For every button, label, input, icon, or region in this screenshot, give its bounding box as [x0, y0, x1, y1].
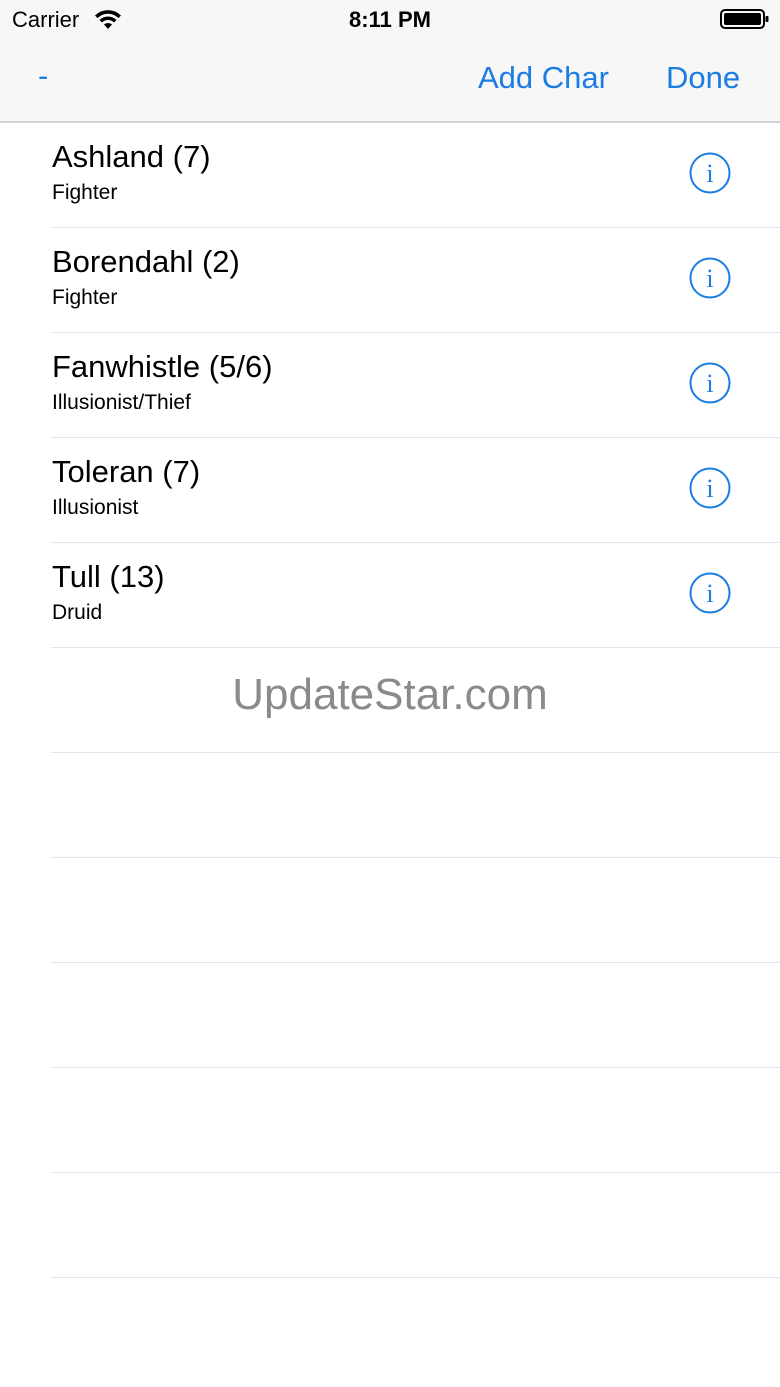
empty-list-row	[51, 753, 780, 858]
info-circle-icon[interactable]: i	[689, 467, 731, 509]
add-char-button[interactable]: Add Char	[478, 60, 609, 96]
done-button[interactable]: Done	[666, 60, 740, 96]
list-item[interactable]: Toleran (7) Illusionist i	[51, 438, 780, 543]
empty-list-row	[51, 1068, 780, 1173]
character-class: Druid	[52, 601, 103, 624]
svg-text:i: i	[706, 159, 713, 188]
info-circle-icon[interactable]: i	[689, 257, 731, 299]
info-circle-icon[interactable]: i	[689, 362, 731, 404]
character-name: Tull (13)	[52, 559, 165, 594]
character-class: Illusionist/Thief	[52, 391, 191, 414]
character-class: Fighter	[52, 181, 118, 204]
character-name: Ashland (7)	[52, 139, 211, 174]
empty-list-row	[51, 1173, 780, 1278]
character-name: Toleran (7)	[52, 454, 201, 489]
list-item[interactable]: Tull (13) Druid i	[51, 543, 780, 648]
character-name: Borendahl (2)	[52, 244, 240, 279]
navigation-bar: - Add Char Done	[0, 40, 780, 123]
clock: 8:11 PM	[349, 7, 431, 32]
minus-button[interactable]: -	[38, 58, 48, 94]
list-item[interactable]: Fanwhistle (5/6) Illusionist/Thief i	[51, 333, 780, 438]
info-circle-icon[interactable]: i	[689, 152, 731, 194]
empty-list-row	[51, 858, 780, 963]
status-bar: Carrier 8:11 PM	[0, 0, 780, 40]
watermark-text: UpdateStar.com	[232, 670, 548, 719]
character-class: Illusionist	[52, 496, 139, 519]
info-circle-icon[interactable]: i	[689, 572, 731, 614]
empty-list-row	[51, 963, 780, 1068]
character-class: Fighter	[52, 286, 118, 309]
character-name: Fanwhistle (5/6)	[52, 349, 273, 384]
list-item[interactable]: Ashland (7) Fighter i	[51, 123, 780, 228]
svg-text:i: i	[706, 579, 713, 608]
svg-text:i: i	[706, 369, 713, 398]
svg-text:i: i	[706, 264, 713, 293]
battery-icon	[720, 9, 769, 29]
list-item[interactable]: Borendahl (2) Fighter i	[51, 228, 780, 333]
svg-text:i: i	[706, 474, 713, 503]
